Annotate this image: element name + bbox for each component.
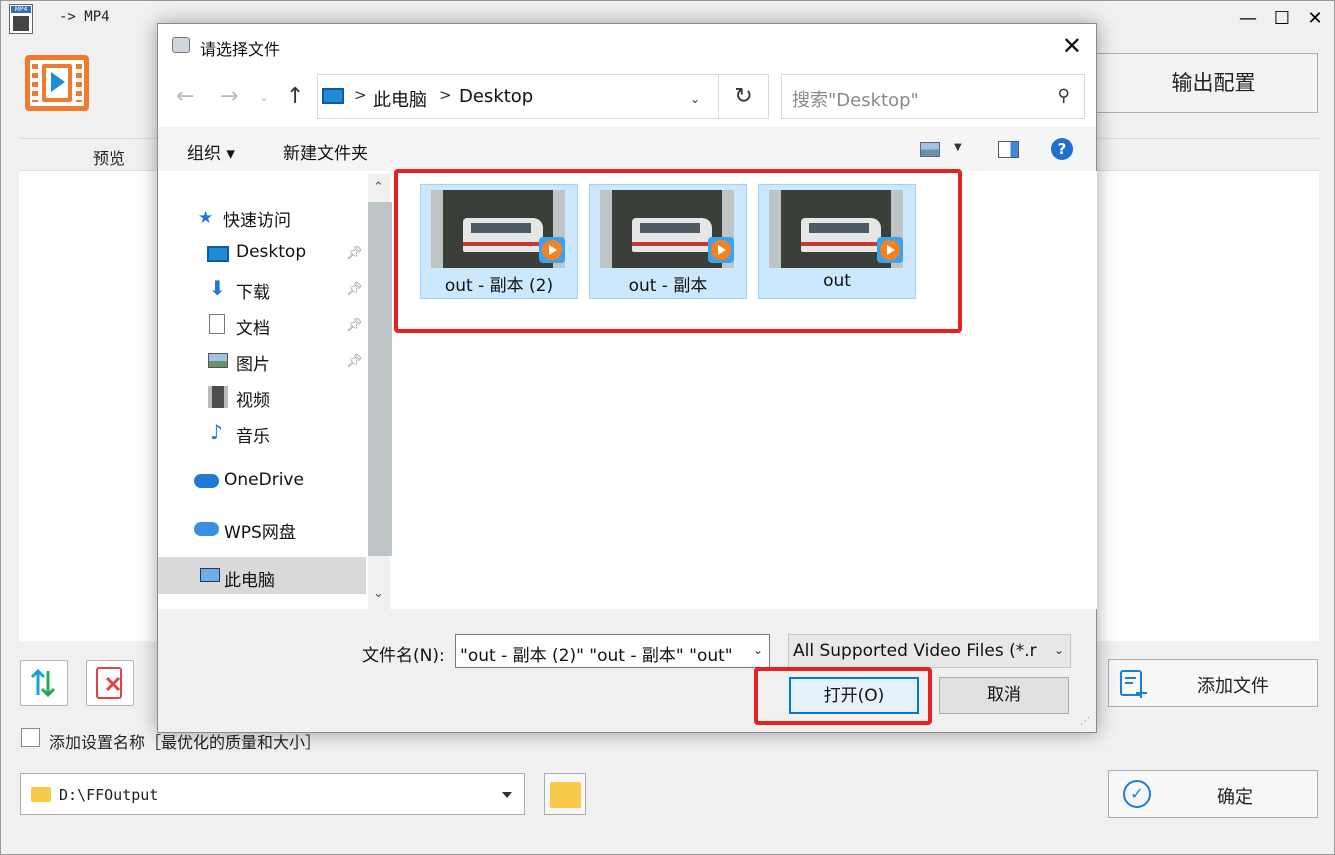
nav-item-this-pc[interactable]: 此电脑: [224, 566, 275, 591]
open-file-dialog: 请选择文件 ✕ ← → ⌄ ↑ > 此电脑 > Desktop ⌄ ↻ 搜索"D…: [157, 23, 1097, 733]
nav-item-music[interactable]: 音乐: [236, 422, 270, 447]
star-icon: ★: [198, 208, 214, 228]
check-circle-icon: ✓: [1123, 780, 1151, 808]
chevron-down-icon[interactable]: ▼: [954, 142, 962, 153]
folder-icon: [31, 787, 51, 802]
folder-icon: [550, 782, 581, 808]
filename-input[interactable]: "out - 副本 (2)" "out - 副本" "out" ⌄: [455, 634, 770, 668]
pin-icon[interactable]: 📌︎: [346, 318, 363, 333]
remove-file-button[interactable]: [86, 660, 134, 706]
preview-pane-icon[interactable]: [998, 141, 1019, 158]
filename-label: 文件名(N):: [362, 646, 445, 666]
chevron-down-icon[interactable]: ⌄: [1049, 643, 1064, 657]
app-title: -> MP4: [59, 9, 110, 25]
pin-icon[interactable]: 📌︎: [346, 282, 363, 297]
wps-cloud-icon: [194, 522, 219, 536]
nav-item-onedrive[interactable]: OneDrive: [224, 470, 304, 490]
nav-item-documents[interactable]: 文档: [236, 314, 270, 339]
computer-icon: [200, 568, 220, 582]
output-path-select[interactable]: D:\FFOutput: [20, 773, 525, 815]
search-icon: ⚲: [1057, 86, 1070, 106]
onedrive-cloud-icon: [194, 474, 219, 488]
nav-scrollbar[interactable]: ⌃ ⌄: [368, 174, 392, 609]
chevron-down-icon[interactable]: ⌄: [753, 643, 763, 657]
picture-icon: [208, 353, 228, 368]
nav-item-desktop[interactable]: Desktop: [236, 242, 306, 262]
sort-button[interactable]: [20, 660, 68, 706]
chevron-down-icon[interactable]: ⌄: [690, 92, 700, 106]
add-setting-checkbox[interactable]: [21, 728, 40, 747]
nav-item-videos[interactable]: 视频: [236, 386, 270, 411]
minimize-icon[interactable]: —: [1236, 7, 1260, 31]
change-view-icon[interactable]: [920, 142, 940, 157]
maximize-icon[interactable]: ☐: [1270, 7, 1294, 31]
scroll-up-icon[interactable]: ⌃: [373, 180, 384, 195]
address-bar[interactable]: > 此电脑 > Desktop ⌄: [317, 74, 719, 119]
pin-icon[interactable]: 📌︎: [346, 354, 363, 369]
video-icon: [208, 386, 228, 408]
mp4-file-icon: MP4: [9, 4, 33, 34]
file-type-select[interactable]: All Supported Video Files (*.r ⌄: [788, 634, 1071, 668]
scroll-thumb[interactable]: [368, 202, 392, 556]
desktop-icon: [207, 246, 229, 262]
refresh-icon[interactable]: ↻: [719, 74, 769, 119]
nav-item-downloads[interactable]: 下载: [236, 278, 270, 303]
video-logo-icon: [25, 55, 89, 111]
music-icon: ♪: [210, 420, 223, 444]
nav-item-pictures[interactable]: 图片: [236, 350, 270, 375]
recent-locations-icon[interactable]: ⌄: [259, 90, 269, 104]
dialog-close-icon[interactable]: ✕: [1062, 32, 1082, 60]
scroll-down-icon[interactable]: ⌄: [373, 586, 384, 601]
add-file-button[interactable]: 添加文件: [1108, 659, 1318, 707]
nav-item-quick-access[interactable]: 快速访问: [223, 206, 291, 231]
download-icon: ⬇: [209, 276, 226, 300]
organize-menu[interactable]: 组织 ▾: [187, 139, 235, 164]
cancel-button[interactable]: 取消: [939, 677, 1069, 714]
pin-icon[interactable]: 📌︎: [346, 246, 363, 261]
breadcrumb-this-pc[interactable]: 此电脑: [373, 86, 427, 112]
browse-folder-button[interactable]: [544, 773, 586, 815]
dialog-title: 请选择文件: [200, 40, 281, 59]
dialog-icon: [172, 37, 190, 53]
computer-icon: [322, 88, 344, 104]
forward-arrow-icon[interactable]: →: [220, 84, 238, 109]
files-highlight-box: [394, 169, 962, 333]
close-icon[interactable]: ✕: [1303, 7, 1327, 31]
document-icon: [209, 314, 225, 334]
help-icon[interactable]: ?: [1051, 138, 1073, 160]
back-arrow-icon[interactable]: ←: [176, 84, 194, 109]
open-highlight-box: [754, 667, 932, 725]
preview-column-header: 预览: [93, 149, 126, 168]
add-file-icon: [1120, 670, 1147, 698]
up-arrow-icon[interactable]: ↑: [286, 84, 304, 109]
search-input[interactable]: 搜索"Desktop" ⚲: [781, 74, 1085, 119]
ok-button[interactable]: ✓ 确定: [1108, 770, 1318, 818]
output-config-button[interactable]: 输出配置: [1079, 53, 1318, 113]
resize-grip-icon[interactable]: ⋰: [1080, 716, 1090, 727]
chevron-down-icon: [502, 792, 512, 798]
breadcrumb-desktop[interactable]: Desktop: [459, 86, 533, 107]
navigation-pane: [158, 171, 390, 609]
new-folder-button[interactable]: 新建文件夹: [283, 139, 368, 164]
nav-item-wps-drive[interactable]: WPS网盘: [224, 518, 296, 543]
